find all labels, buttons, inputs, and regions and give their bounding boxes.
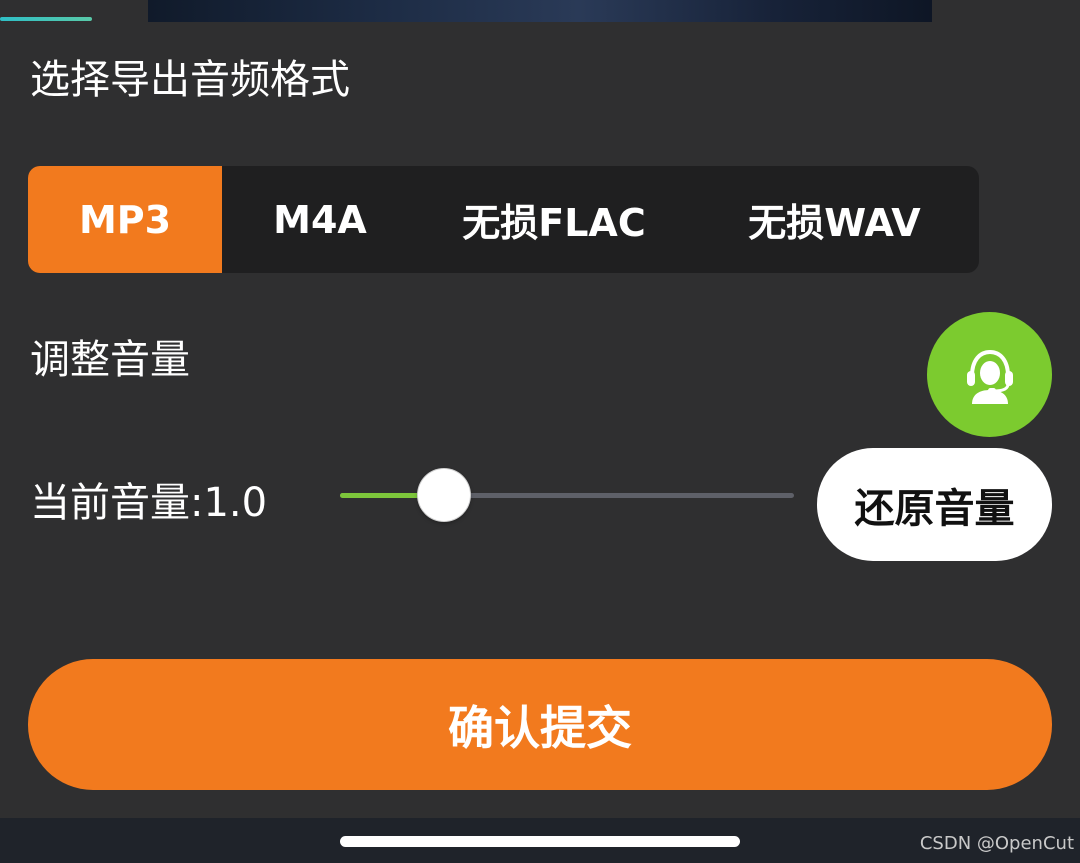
video-preview-strip — [148, 0, 932, 22]
format-option-m4a[interactable]: M4A — [222, 166, 418, 273]
customer-service-button[interactable] — [927, 312, 1052, 437]
export-format-title: 选择导出音频格式 — [30, 57, 350, 103]
format-selector: MP3 M4A 无损FLAC 无损WAV — [28, 166, 979, 273]
confirm-submit-button[interactable]: 确认提交 — [28, 659, 1052, 790]
format-option-mp3[interactable]: MP3 — [28, 166, 222, 273]
home-indicator[interactable] — [340, 836, 740, 847]
volume-slider-thumb[interactable] — [418, 469, 471, 521]
volume-title: 调整音量 — [30, 337, 190, 383]
volume-slider[interactable] — [340, 469, 794, 521]
watermark: CSDN @OpenCut — [919, 833, 1074, 854]
reset-volume-button[interactable]: 还原音量 — [817, 448, 1052, 561]
format-option-wav[interactable]: 无损WAV — [690, 166, 979, 273]
tab-indicator — [0, 17, 92, 21]
current-volume-label: 当前音量:1.0 — [30, 480, 268, 526]
customer-service-headset-icon — [966, 349, 1013, 404]
format-option-flac[interactable]: 无损FLAC — [418, 166, 690, 273]
